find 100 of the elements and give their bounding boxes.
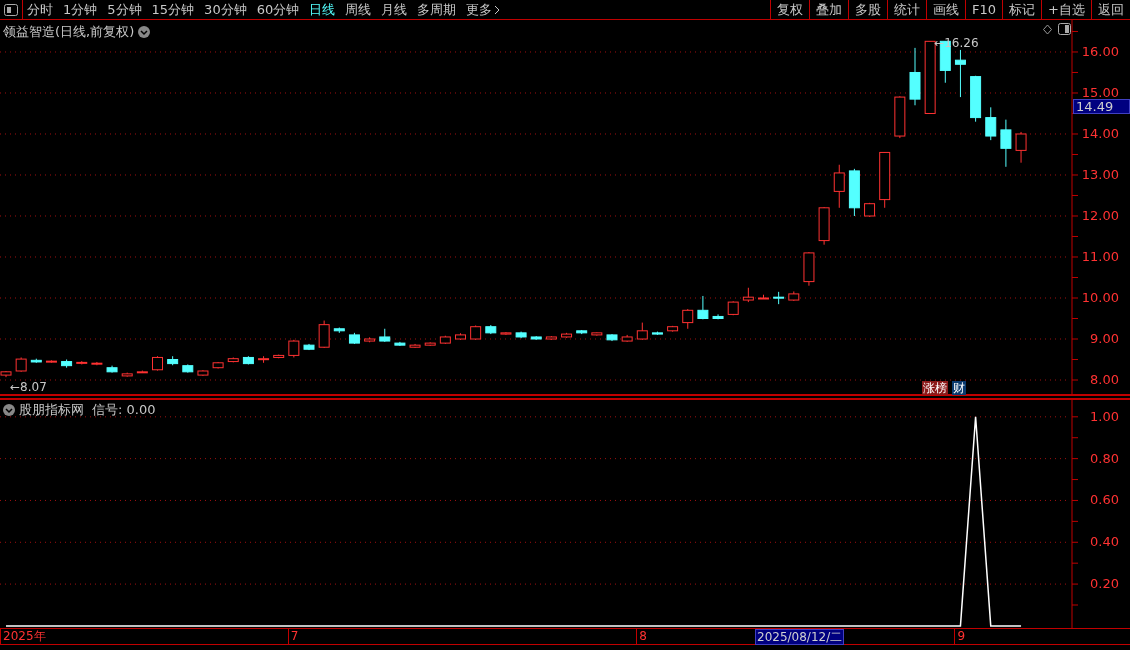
candle <box>470 324 482 341</box>
candle <box>879 151 891 209</box>
candle <box>197 369 209 377</box>
candle <box>485 324 497 335</box>
candle <box>333 327 345 334</box>
candle <box>833 164 845 209</box>
period-tab[interactable]: 1分钟 <box>63 0 98 19</box>
candle <box>409 343 421 349</box>
tag-badge[interactable]: 涨榜 <box>922 381 948 395</box>
period-tab[interactable]: 月线 <box>381 0 408 19</box>
chevron-down-icon[interactable] <box>3 403 15 416</box>
axis-label: 16.00 <box>1081 44 1119 59</box>
candle <box>773 291 785 305</box>
candle <box>242 355 254 365</box>
candle <box>152 355 163 372</box>
candle <box>530 335 542 341</box>
price-annotation: ←16.26 <box>934 36 979 51</box>
candle <box>985 106 997 141</box>
axis-label: 0.20 <box>1090 576 1119 592</box>
axis-label: 8.00 <box>1090 372 1119 387</box>
axis-label: 0.80 <box>1090 450 1119 466</box>
panel-toggle-icon[interactable] <box>1058 23 1071 35</box>
axis-label: 12.00 <box>1081 208 1119 223</box>
period-tab[interactable]: 30分钟 <box>204 0 247 19</box>
candle <box>758 294 769 300</box>
toolbar-button[interactable]: 返回 <box>1091 0 1130 19</box>
toolbar-button[interactable]: 复权 <box>770 0 810 19</box>
candle <box>318 320 330 349</box>
axis-label: 10.00 <box>1081 290 1119 305</box>
toolbar-button[interactable]: 叠加 <box>809 0 849 19</box>
axis-label: 9.00 <box>1090 331 1119 346</box>
candle <box>455 332 466 341</box>
axis-label: 0.60 <box>1090 492 1119 508</box>
candle <box>106 365 118 374</box>
date-label: 9 <box>954 629 966 644</box>
toolbar-button[interactable]: +自选 <box>1041 0 1091 19</box>
candle <box>227 356 239 363</box>
axis-label: 13.00 <box>1081 167 1119 182</box>
chevron-down-icon[interactable] <box>138 25 151 38</box>
candle <box>606 333 618 342</box>
candle <box>682 308 694 330</box>
candle <box>697 295 709 320</box>
candle <box>864 202 876 218</box>
date-label: 7 <box>287 629 299 644</box>
date-label: 8 <box>636 629 647 644</box>
candle <box>364 336 376 343</box>
candle <box>424 341 436 347</box>
candle <box>379 328 391 343</box>
period-tab[interactable]: 15分钟 <box>151 0 195 19</box>
candle <box>288 339 300 358</box>
candle <box>500 331 512 336</box>
candle <box>182 363 194 374</box>
period-tab[interactable]: 更多 <box>466 0 493 19</box>
toolbar-button[interactable]: 多股 <box>848 0 888 19</box>
axis-label: 0.40 <box>1090 534 1119 550</box>
period-tab[interactable]: 分时 <box>27 0 53 19</box>
chart-title: 领益智造(日线,前复权) <box>3 23 135 41</box>
candle <box>894 95 906 139</box>
candle <box>727 300 739 316</box>
candle <box>15 356 27 373</box>
candle <box>91 361 103 366</box>
candle <box>136 370 148 374</box>
period-tab[interactable]: 5分钟 <box>107 0 142 19</box>
candle <box>121 372 133 378</box>
candle <box>545 335 557 341</box>
candle <box>803 251 815 287</box>
toolbar-button[interactable]: F10 <box>965 0 1003 19</box>
candle <box>45 359 57 364</box>
candle <box>818 206 830 246</box>
candle <box>667 325 679 333</box>
candle <box>591 331 603 337</box>
candle <box>258 355 270 364</box>
diamond-icon[interactable] <box>1042 24 1053 35</box>
axis-label: 11.00 <box>1081 249 1119 264</box>
chevron-right-icon[interactable] <box>494 4 502 15</box>
price-annotation: ←8.07 <box>10 380 47 395</box>
indicator-title: 股朋指标网 <box>19 401 84 419</box>
sidebar-toggle-icon[interactable] <box>4 3 18 16</box>
candle <box>561 332 573 339</box>
candle <box>167 355 179 366</box>
period-tab[interactable]: 周线 <box>345 0 372 19</box>
candle <box>742 287 754 303</box>
toolbar-button[interactable]: 画线 <box>926 0 966 19</box>
candle <box>394 341 406 347</box>
candle <box>636 322 648 341</box>
candle <box>788 290 800 302</box>
candle <box>1015 131 1027 164</box>
period-tab[interactable]: 多周期 <box>417 0 457 19</box>
toolbar-button[interactable]: 标记 <box>1002 0 1042 19</box>
candle <box>1000 119 1012 168</box>
date-label: 2025年 <box>0 629 46 644</box>
signal-value: 信号: 0.00 <box>92 401 156 419</box>
period-tab[interactable]: 60分钟 <box>256 0 300 19</box>
tag-badge[interactable]: 财 <box>952 381 966 395</box>
candle <box>303 343 315 351</box>
period-tab[interactable]: 日线 <box>309 0 336 19</box>
candle <box>651 331 663 336</box>
candle <box>515 331 527 339</box>
candle <box>954 49 966 98</box>
toolbar-button[interactable]: 统计 <box>887 0 927 19</box>
